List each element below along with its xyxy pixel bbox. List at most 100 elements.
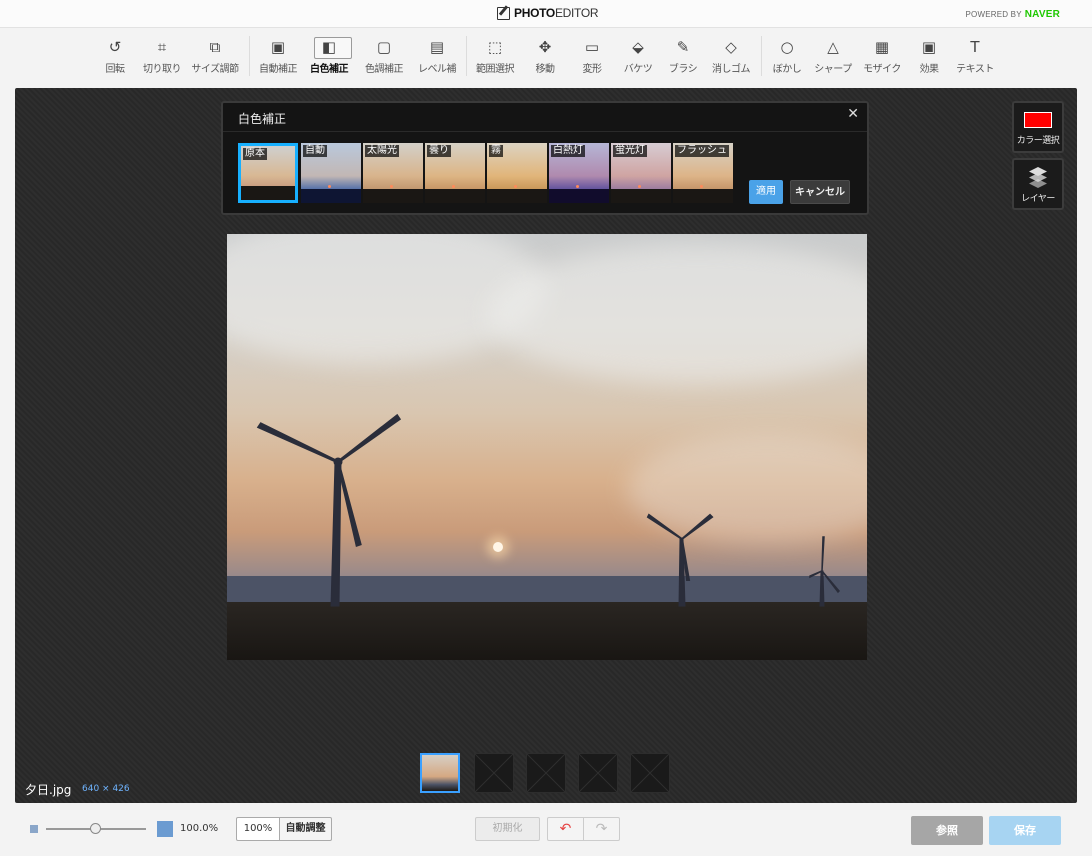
levels-icon: ▤	[429, 38, 445, 56]
transform-icon: ▭	[584, 38, 600, 56]
layer-shape	[1029, 179, 1047, 188]
zoom-in-icon[interactable]	[157, 821, 173, 837]
tool-levels[interactable]: ▤ レベル補	[408, 34, 466, 82]
preset-fog[interactable]: 霧	[487, 143, 547, 203]
empty-slot-icon	[475, 754, 513, 792]
reset-button[interactable]: 初期化	[475, 817, 540, 841]
preset-sun	[700, 185, 703, 188]
resize-icon: ⧉	[209, 38, 221, 56]
thumbnail-empty[interactable]	[526, 753, 566, 793]
zoom-out-icon[interactable]	[30, 825, 38, 833]
preset-sun	[390, 185, 393, 188]
white-balance-panel: 白色補正 ✕ 原本 自動 太陽光 曇り 霧 白熱灯 蛍光灯 フラッシュ 適用 キ…	[221, 101, 869, 215]
preset-original[interactable]: 原本	[238, 143, 298, 203]
thumbnail-active[interactable]	[420, 753, 460, 793]
undo-button[interactable]: ↶	[547, 817, 584, 841]
bucket-icon: ⬙	[632, 38, 644, 56]
tool-label: 切り取り	[143, 64, 182, 75]
preset-label: フラッシュ	[675, 145, 729, 157]
preset-label: 白熱灯	[551, 145, 585, 157]
tool-crop[interactable]: ⌗ 切り取り	[133, 34, 191, 82]
preset-label: 原本	[243, 148, 267, 160]
tool-label: テキスト	[956, 64, 994, 75]
preset-ground	[673, 189, 733, 203]
preset-ground	[487, 189, 547, 203]
panel-title: 白色補正	[238, 112, 287, 126]
tool-auto-correct[interactable]: ▣ 自動補正	[249, 34, 307, 82]
redo-icon: ↷	[595, 821, 608, 837]
preset-sun	[328, 185, 331, 188]
empty-slot-icon	[579, 754, 617, 792]
tool-resize[interactable]: ⧉ サイズ調節	[186, 34, 244, 82]
preset-cloudy[interactable]: 曇り	[425, 143, 485, 203]
preset-ground	[425, 189, 485, 203]
rotate-icon: ↺	[108, 38, 122, 56]
effects-icon: ▣	[921, 38, 937, 56]
cancel-button[interactable]: キャンセル	[790, 180, 850, 204]
preset-flash[interactable]: フラッシュ	[673, 143, 733, 203]
preset-label: 曇り	[427, 145, 451, 157]
redo-button[interactable]: ↷	[583, 817, 620, 841]
preset-sun	[514, 185, 517, 188]
pencil-icon	[497, 6, 510, 20]
turbine-blade	[821, 536, 825, 572]
app-header: PHOTOEDITOR POWERED BY NAVER	[0, 0, 1092, 28]
layer-button[interactable]: レイヤー	[1012, 158, 1064, 210]
auto-fit-button[interactable]: 自動調整	[279, 817, 332, 841]
turbine-tower	[330, 461, 342, 607]
browse-button[interactable]: 参照	[911, 816, 983, 845]
preset-sun	[452, 185, 455, 188]
thumbnail-empty[interactable]	[630, 753, 670, 793]
layers-icon	[1026, 167, 1050, 189]
brush-icon: ✎	[676, 38, 690, 56]
preset-ground	[363, 189, 423, 203]
preset-ground	[549, 189, 609, 203]
tool-eraser[interactable]: ◇ 消しゴム	[702, 34, 760, 82]
tool-label: 自動補正	[259, 64, 298, 75]
powered-by: POWERED BY NAVER	[966, 9, 1061, 20]
color-swatch	[1024, 112, 1052, 128]
turbine-blade	[256, 422, 339, 464]
move-icon: ✥	[538, 38, 552, 56]
preset-daylight[interactable]: 太陽光	[363, 143, 423, 203]
selection-icon: ⬚	[487, 38, 503, 56]
preset-sun	[576, 185, 579, 188]
zoom-slider-handle[interactable]	[90, 823, 101, 834]
thumbnail-empty[interactable]	[578, 753, 618, 793]
canvas-photo[interactable]	[227, 234, 867, 660]
zoom-value: 100.0%	[180, 823, 219, 834]
sharpen-icon: △	[827, 38, 839, 56]
tool-label: 白色補正	[310, 64, 349, 75]
zoom-100-button[interactable]: 100%	[236, 817, 280, 841]
turbine-hub	[333, 457, 343, 467]
image-dimensions: 640 × 426	[82, 784, 130, 794]
crop-icon: ⌗	[157, 38, 167, 56]
thumbnail-empty[interactable]	[474, 753, 514, 793]
tool-text[interactable]: T テキスト	[946, 34, 1004, 82]
white-balance-icon: ◧	[321, 38, 337, 56]
undo-icon: ↶	[559, 821, 572, 837]
powered-by-text: POWERED BY	[965, 10, 1022, 19]
empty-slot-icon	[631, 754, 669, 792]
color-select-button[interactable]: カラー選択	[1012, 101, 1064, 153]
tool-label: 色調補正	[365, 64, 404, 75]
logo-rest: EDITOR	[554, 6, 599, 20]
tool-color-tone[interactable]: ▢ 色調補正	[355, 34, 413, 82]
apply-button[interactable]: 適用	[749, 180, 783, 204]
save-button[interactable]: 保存	[989, 816, 1061, 845]
preset-fluorescent[interactable]: 蛍光灯	[611, 143, 671, 203]
logo-text: PHOTOEDITOR	[514, 6, 599, 20]
tool-label: 消しゴム	[712, 64, 751, 75]
tool-label: サイズ調節	[191, 64, 239, 75]
preset-auto[interactable]: 自動	[301, 143, 361, 203]
close-icon[interactable]: ✕	[847, 106, 859, 122]
tool-white-balance[interactable]: ◧ 白色補正	[300, 34, 358, 82]
turbine-blade	[809, 570, 823, 579]
naver-brand: NAVER	[1024, 9, 1060, 20]
preset-incandescent[interactable]: 白熱灯	[549, 143, 609, 203]
turbine-blade	[336, 461, 362, 547]
preset-label: 自動	[303, 145, 327, 157]
turbine-blade	[646, 513, 683, 540]
color-tone-icon: ▢	[376, 38, 392, 56]
preset-label: 霧	[489, 145, 503, 157]
